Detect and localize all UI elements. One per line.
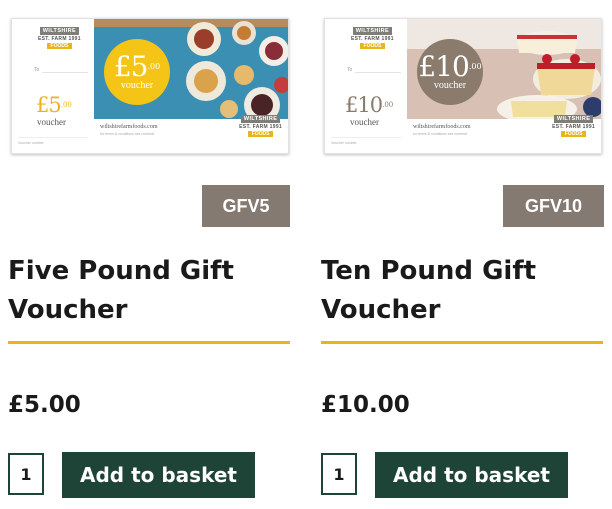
wiltshire-logo: WILTSHIRE EST. FARM 1991 FOODS xyxy=(38,27,81,49)
sku-badge: GFV10 xyxy=(503,185,604,227)
voucher-number-line xyxy=(331,137,401,138)
sku-badge: GFV5 xyxy=(202,185,290,227)
logo-line1: WILTSHIRE xyxy=(352,27,393,35)
wiltshire-logo-small: WILTSHIRE EST. FARM 1991 FOODS xyxy=(239,115,282,137)
add-to-basket-button[interactable]: Add to basket xyxy=(62,452,255,498)
wiltshire-logo-small: WILTSHIRE EST. FARM 1991 FOODS xyxy=(552,115,595,137)
product-title[interactable]: Five Pound Gift Voucher xyxy=(8,252,292,330)
logo-line2: EST. FARM 1991 xyxy=(351,36,394,42)
product-price: £5.00 xyxy=(8,392,81,418)
voucher-amount-circle: £5.00 voucher xyxy=(104,39,170,105)
logo-line2: EST. FARM 1991 xyxy=(38,36,81,42)
voucher-tagline: for terms & conditions see overleaf xyxy=(413,132,467,136)
logo-line3: FOODS xyxy=(359,43,386,49)
voucher-to-line xyxy=(355,72,401,73)
voucher-tagline: for terms & conditions see overleaf xyxy=(100,132,154,136)
voucher-number-line xyxy=(18,137,88,138)
voucher-food-photo: £5.00 voucher xyxy=(94,19,288,119)
voucher-left-panel: WILTSHIRE EST. FARM 1991 FOODS To £10.00… xyxy=(325,19,407,153)
quantity-input[interactable] xyxy=(8,453,44,495)
voucher-dessert-photo: £10.00 voucher xyxy=(407,19,601,119)
voucher-website: wiltshirefarmfoods.com xyxy=(100,124,158,130)
voucher-amount: £10.00 xyxy=(345,93,394,117)
product-image-gfv5[interactable]: WILTSHIRE EST. FARM 1991 FOODS To £5.00 … xyxy=(11,18,289,154)
voucher-word: voucher xyxy=(350,117,379,127)
voucher-word: voucher xyxy=(37,117,66,127)
voucher-to-label: To xyxy=(34,67,40,73)
voucher-amount-circle: £10.00 voucher xyxy=(417,39,483,105)
voucher-amount: £5.00 xyxy=(36,93,72,117)
title-divider xyxy=(8,341,290,344)
product-price: £10.00 xyxy=(321,392,410,418)
quantity-input[interactable] xyxy=(321,453,357,495)
voucher-to-label: To xyxy=(347,67,353,73)
voucher-bottom-strip: wiltshirefarmfoods.com for terms & condi… xyxy=(94,115,288,153)
voucher-number-label: Voucher number xyxy=(331,141,357,145)
voucher-bottom-strip: wiltshirefarmfoods.com for terms & condi… xyxy=(407,115,601,153)
voucher-left-panel: WILTSHIRE EST. FARM 1991 FOODS To £5.00 … xyxy=(12,19,94,153)
wiltshire-logo: WILTSHIRE EST. FARM 1991 FOODS xyxy=(351,27,394,49)
logo-line3: FOODS xyxy=(46,43,73,49)
title-divider xyxy=(321,341,603,344)
product-image-gfv10[interactable]: WILTSHIRE EST. FARM 1991 FOODS To £10.00… xyxy=(324,18,602,154)
voucher-number-label: Voucher number xyxy=(18,141,44,145)
product-title[interactable]: Ten Pound Gift Voucher xyxy=(321,252,605,330)
logo-line1: WILTSHIRE xyxy=(39,27,80,35)
voucher-website: wiltshirefarmfoods.com xyxy=(413,124,471,130)
voucher-to-line xyxy=(42,72,88,73)
add-to-basket-button[interactable]: Add to basket xyxy=(375,452,568,498)
